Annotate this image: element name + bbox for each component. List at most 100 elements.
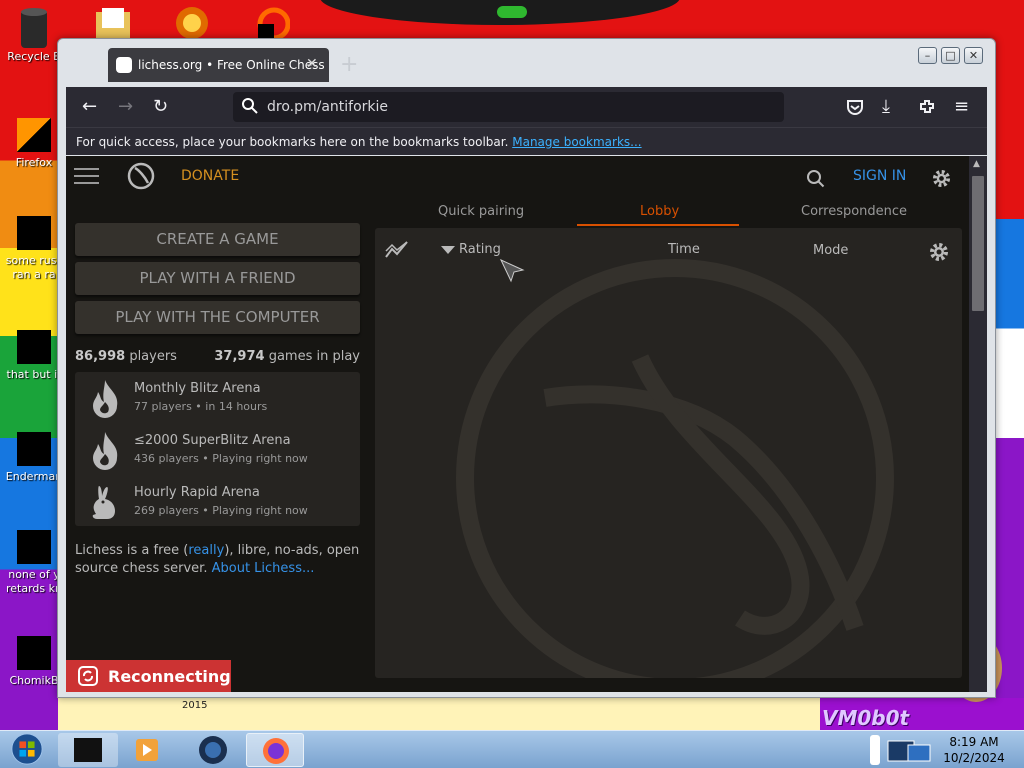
- network-icon[interactable]: [884, 734, 934, 768]
- taskbar-item-firefox[interactable]: [246, 733, 304, 767]
- chart-icon[interactable]: [385, 240, 409, 260]
- recycle-bin-icon: [21, 8, 47, 48]
- players-count: 86,998: [75, 349, 126, 364]
- tournament-item[interactable]: ≤2000 SuperBlitz Arena 436 players • Pla…: [75, 424, 360, 476]
- flame-icon: [93, 432, 118, 470]
- forward-icon[interactable]: →: [118, 96, 133, 117]
- tournament-time: in 14 hours: [205, 400, 268, 413]
- tab-title: lichess.org • Free Online Chess: [138, 58, 325, 72]
- tab-lobby[interactable]: Lobby: [640, 204, 679, 219]
- about-text: Lichess is a free (really), libre, no-ad…: [75, 543, 360, 576]
- system-clock[interactable]: 8:19 AM 10/2/2024: [936, 734, 1012, 766]
- folder-icon[interactable]: [94, 6, 134, 40]
- gear-icon[interactable]: [932, 169, 951, 188]
- taskbar: 8:19 AM 10/2/2024: [0, 730, 1024, 768]
- lichess-logo-icon[interactable]: [126, 161, 156, 191]
- firefox-icon: [17, 118, 51, 152]
- terminal-icon: [74, 738, 102, 762]
- reconnecting-text: Reconnecting: [108, 667, 231, 686]
- maximize-button[interactable]: □: [941, 47, 960, 64]
- tournament-list: Monthly Blitz Arena 77 players • in 14 h…: [75, 372, 360, 526]
- browser-tab[interactable]: lichess.org • Free Online Chess ✕: [108, 48, 329, 82]
- column-rating[interactable]: Rating: [459, 242, 501, 257]
- tournament-item[interactable]: Hourly Rapid Arena 269 players • Playing…: [75, 476, 360, 528]
- url-bar[interactable]: dro.pm/antiforkie: [233, 92, 784, 122]
- new-tab-icon[interactable]: +: [340, 52, 358, 77]
- lichess-page: DONATE SIGN IN Quick pairing Lobby Corre…: [66, 156, 969, 692]
- hamburger-menu-icon[interactable]: [74, 166, 99, 186]
- taskbar-item-app[interactable]: [186, 733, 240, 767]
- firefox-icon: [263, 738, 289, 764]
- scrollbar-thumb[interactable]: [972, 176, 984, 311]
- reconnecting-banner: Reconnecting: [66, 660, 231, 692]
- play-with-computer-button[interactable]: PLAY WITH THE COMPUTER: [75, 301, 360, 334]
- search-icon[interactable]: [806, 169, 825, 188]
- tournament-info: 77 players • in 14 hours: [134, 400, 268, 413]
- taskbar-item-media[interactable]: [122, 733, 172, 767]
- tournament-name: ≤2000 SuperBlitz Arena: [134, 433, 291, 448]
- media-player-icon: [136, 739, 158, 761]
- tournament-item[interactable]: Monthly Blitz Arena 77 players • in 14 h…: [75, 372, 360, 424]
- tournament-time: Playing right now: [212, 504, 308, 517]
- tournament-name: Hourly Rapid Arena: [134, 485, 260, 500]
- scroll-up-icon[interactable]: ▲: [973, 159, 980, 169]
- url-text: dro.pm/antiforkie: [267, 99, 389, 115]
- notification-area-edge: [870, 735, 880, 765]
- app-icon[interactable]: [250, 6, 290, 40]
- column-mode[interactable]: Mode: [813, 243, 848, 258]
- reload-icon[interactable]: ↻: [153, 96, 168, 117]
- flame-icon: [93, 380, 118, 418]
- lichess-favicon: [116, 57, 132, 73]
- extensions-icon[interactable]: [918, 98, 936, 116]
- tab-quick-pairing[interactable]: Quick pairing: [438, 204, 524, 219]
- bookmarks-toolbar: For quick access, place your bookmarks h…: [66, 127, 987, 155]
- pocket-icon[interactable]: [846, 98, 864, 116]
- about-lichess-link[interactable]: About Lichess...: [212, 561, 315, 576]
- bookmarks-hint: For quick access, place your bookmarks h…: [76, 135, 509, 149]
- file-icon: [17, 330, 51, 364]
- tournament-info: 269 players • Playing right now: [134, 504, 308, 517]
- page-scrollbar[interactable]: ▲: [969, 156, 987, 692]
- file-icon: [17, 216, 51, 250]
- play-with-friend-button[interactable]: PLAY WITH A FRIEND: [75, 262, 360, 295]
- games-label: games in play: [268, 349, 360, 364]
- lichess-watermark-logo: [456, 259, 894, 678]
- tournament-name: Monthly Blitz Arena: [134, 381, 261, 396]
- sign-in-link[interactable]: SIGN IN: [853, 168, 906, 184]
- wallpaper-text: VM0b0t: [822, 706, 910, 730]
- file-icon: [17, 432, 51, 466]
- file-icon: [17, 636, 51, 670]
- clock-date: 10/2/2024: [943, 751, 1005, 765]
- reconnect-icon: [78, 666, 98, 686]
- games-count: 37,974: [214, 349, 265, 364]
- column-time[interactable]: Time: [668, 242, 700, 257]
- globe-icon: [199, 736, 227, 764]
- sort-down-icon: [441, 246, 455, 254]
- file-icon: [17, 530, 51, 564]
- taskbar-item-app[interactable]: [58, 733, 118, 767]
- back-icon[interactable]: ←: [82, 96, 97, 117]
- tournament-info: 436 players • Playing right now: [134, 452, 308, 465]
- mouse-cursor-icon: [499, 258, 525, 283]
- menu-icon[interactable]: ≡: [954, 96, 969, 117]
- tournament-players: 269 players: [134, 504, 199, 517]
- gear-icon[interactable]: [929, 242, 949, 262]
- search-icon: [242, 98, 258, 114]
- minimize-button[interactable]: –: [918, 47, 937, 64]
- tournament-players: 77 players: [134, 400, 192, 413]
- start-button[interactable]: [6, 732, 48, 766]
- download-icon[interactable]: ⤓: [882, 96, 890, 117]
- close-window-button[interactable]: ✕: [964, 47, 983, 64]
- active-tab-indicator: [577, 224, 739, 226]
- tournament-time: Playing right now: [212, 452, 308, 465]
- create-game-button[interactable]: CREATE A GAME: [75, 223, 360, 256]
- app-icon[interactable]: [172, 6, 212, 40]
- tab-correspondence[interactable]: Correspondence: [801, 204, 907, 219]
- close-tab-icon[interactable]: ✕: [306, 56, 318, 72]
- wallpaper-year: 2015: [182, 700, 208, 711]
- manage-bookmarks-link[interactable]: Manage bookmarks...: [512, 135, 641, 149]
- donate-link[interactable]: DONATE: [181, 168, 239, 184]
- rabbit-icon: [92, 486, 115, 519]
- really-link[interactable]: really: [188, 543, 224, 558]
- players-label: players: [129, 349, 177, 364]
